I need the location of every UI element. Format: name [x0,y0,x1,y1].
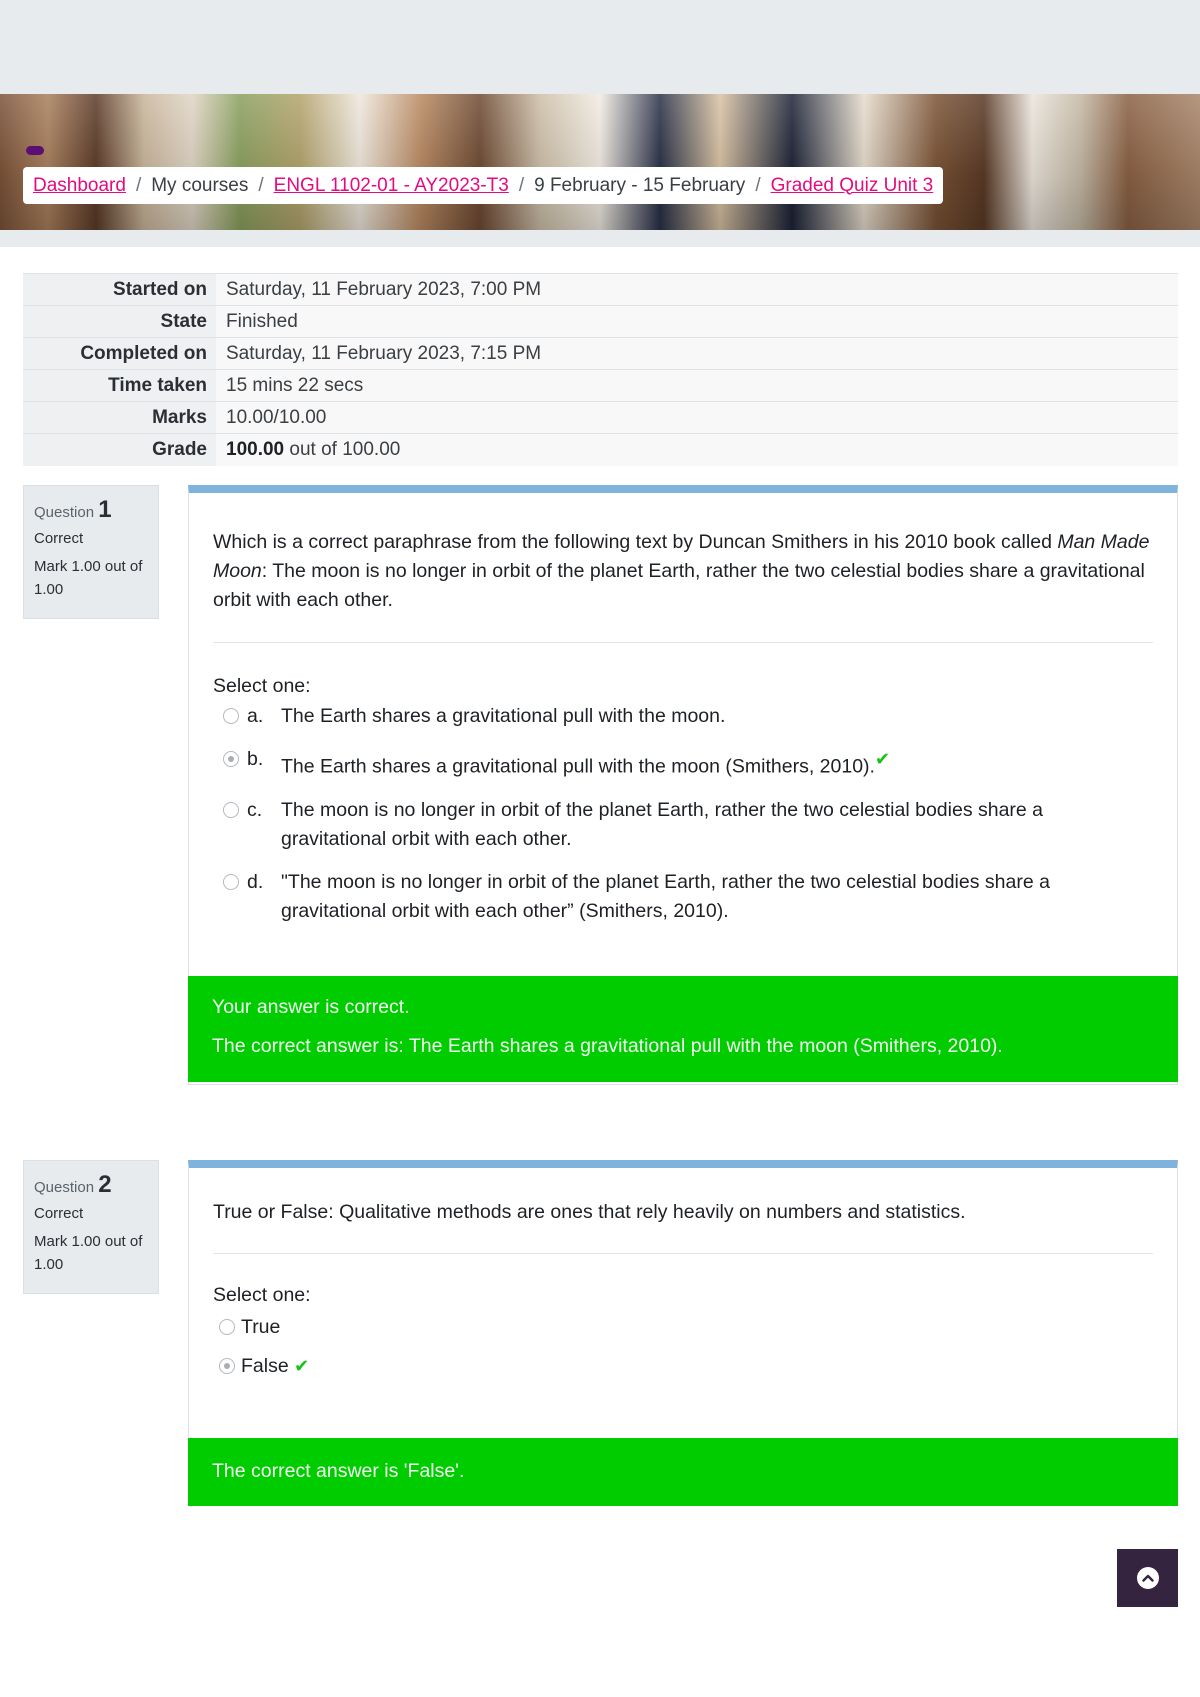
radio-button[interactable] [219,1319,235,1335]
summary-value: 15 mins 22 secs [216,369,1178,402]
summary-label: Grade [23,433,216,466]
correct-check-icon: ✔ [294,1356,310,1376]
chevron-up-icon [1136,1567,1159,1589]
question-1-feedback: Your answer is correct. The correct answ… [188,976,1178,1082]
summary-label: Marks [23,401,216,434]
attempt-summary-table: Started on Saturday, 11 February 2023, 7… [23,273,1178,466]
summary-row-grade: Grade 100.00 out of 100.00 [23,433,1178,466]
top-navbar [0,0,1200,94]
question-state: Correct [34,530,84,547]
grade-value: 100.00 [226,438,285,460]
option-false[interactable]: False ✔ [213,1352,1153,1381]
header-indicator [26,146,44,155]
question-1-info: Question 1 Correct Mark 1.00 out of 1.00 [23,485,159,619]
option-c[interactable]: c. The moon is no longer in orbit of the… [213,796,1153,854]
breadcrumb-quiz[interactable]: Graded Quiz Unit 3 [771,175,934,197]
breadcrumb-separator: / [135,174,142,196]
summary-row-time-taken: Time taken 15 mins 22 secs [23,369,1178,402]
question-number: Question 2 [34,1171,148,1199]
summary-label: Completed on [23,337,216,370]
breadcrumb-week: 9 February - 15 February [534,174,746,196]
option-letter: b. [247,748,264,770]
question-text: True or False: Qualitative methods are o… [213,1201,966,1223]
breadcrumb: Dashboard / My courses / ENGL 1102-01 - … [23,167,944,204]
radio-button-selected[interactable] [223,751,239,767]
radio-button[interactable] [223,801,239,818]
summary-value: 100.00 out of 100.00 [216,433,1178,466]
right-answer-text: The correct answer is: The Earth shares … [212,1035,1003,1057]
question-2-info: Question 2 Correct Mark 1.00 out of 1.00 [23,1160,159,1294]
question-divider [213,642,1153,643]
summary-value: Saturday, 11 February 2023, 7:15 PM [216,337,1178,370]
question-divider [213,1253,1153,1254]
option-letter: c. [247,798,263,821]
question-state: Correct [34,1205,84,1222]
option-text: False [241,1355,289,1377]
question-2-feedback: The correct answer is 'False'. [188,1438,1178,1506]
summary-value: 10.00/10.00 [216,401,1178,434]
feedback-text: Your answer is correct. [212,996,410,1018]
question-text-part: Which is a correct paraphrase from the f… [213,531,1058,553]
question-number-value: 1 [98,496,112,523]
back-to-top-button[interactable] [1117,1549,1178,1607]
question-grade: Mark 1.00 out of 1.00 [34,558,143,598]
summary-value: Saturday, 11 February 2023, 7:00 PM [216,273,1178,306]
question-label: Question [34,504,95,521]
banner-shade [0,94,1200,230]
radio-button-selected[interactable] [219,1358,235,1374]
option-true[interactable]: True [213,1313,1153,1342]
option-letter: a. [247,705,264,727]
course-header-banner [0,94,1200,230]
grade-out-of: out of 100.00 [284,438,401,460]
correct-check-icon: ✔ [874,749,891,769]
summary-row-started: Started on Saturday, 11 February 2023, 7… [23,273,1178,306]
question-number: Question 1 [34,496,148,524]
option-letter: d. [247,870,264,893]
summary-value: Finished [216,305,1178,338]
option-b[interactable]: b. The Earth shares a gravitational pull… [213,745,1153,782]
radio-button[interactable] [223,708,239,724]
summary-label: Started on [23,273,216,306]
option-text-wrapper: The Earth shares a gravitational pull wi… [281,745,1153,782]
chevron-up-glyph [1141,1574,1154,1582]
breadcrumb-my-courses: My courses [151,174,249,196]
breadcrumb-separator: / [518,174,525,196]
summary-row-state: State Finished [23,305,1178,338]
header-bottom-strip [0,230,1200,247]
summary-row-completed: Completed on Saturday, 11 February 2023,… [23,337,1178,370]
option-text-wrapper: False ✔ [241,1352,1153,1381]
right-answer-text: The correct answer is 'False'. [212,1460,465,1482]
question-text: Which is a correct paraphrase from the f… [189,528,1177,615]
summary-label: State [23,305,216,338]
option-d[interactable]: d. "The moon is no longer in orbit of th… [213,868,1153,926]
breadcrumb-separator: / [258,174,264,196]
breadcrumb-course[interactable]: ENGL 1102-01 - AY2023-T3 [274,175,509,197]
radio-button[interactable] [223,873,239,890]
answer-options: True False ✔ [189,1313,1177,1381]
summary-row-marks: Marks 10.00/10.00 [23,401,1178,434]
question-grade: Mark 1.00 out of 1.00 [34,1233,143,1273]
option-text: The Earth shares a gravitational pull wi… [281,705,726,727]
breadcrumb-dashboard[interactable]: Dashboard [33,175,126,197]
option-text: "The moon is no longer in orbit of the p… [281,870,1050,922]
select-one-prompt: Select one: [213,1284,311,1306]
option-text: True [241,1316,281,1338]
answer-options: a. The Earth shares a gravitational pull… [189,702,1177,926]
select-one-prompt: Select one: [213,675,311,697]
question-text-part: : The moon is no longer in orbit of the … [213,560,1145,611]
option-text: The Earth shares a gravitational pull wi… [281,755,875,778]
question-number-value: 2 [98,1171,112,1198]
option-a[interactable]: a. The Earth shares a gravitational pull… [213,702,1153,731]
option-text: The moon is no longer in orbit of the pl… [281,798,1044,850]
question-label: Question [34,1179,95,1196]
summary-label: Time taken [23,369,216,402]
breadcrumb-separator: / [755,174,761,196]
